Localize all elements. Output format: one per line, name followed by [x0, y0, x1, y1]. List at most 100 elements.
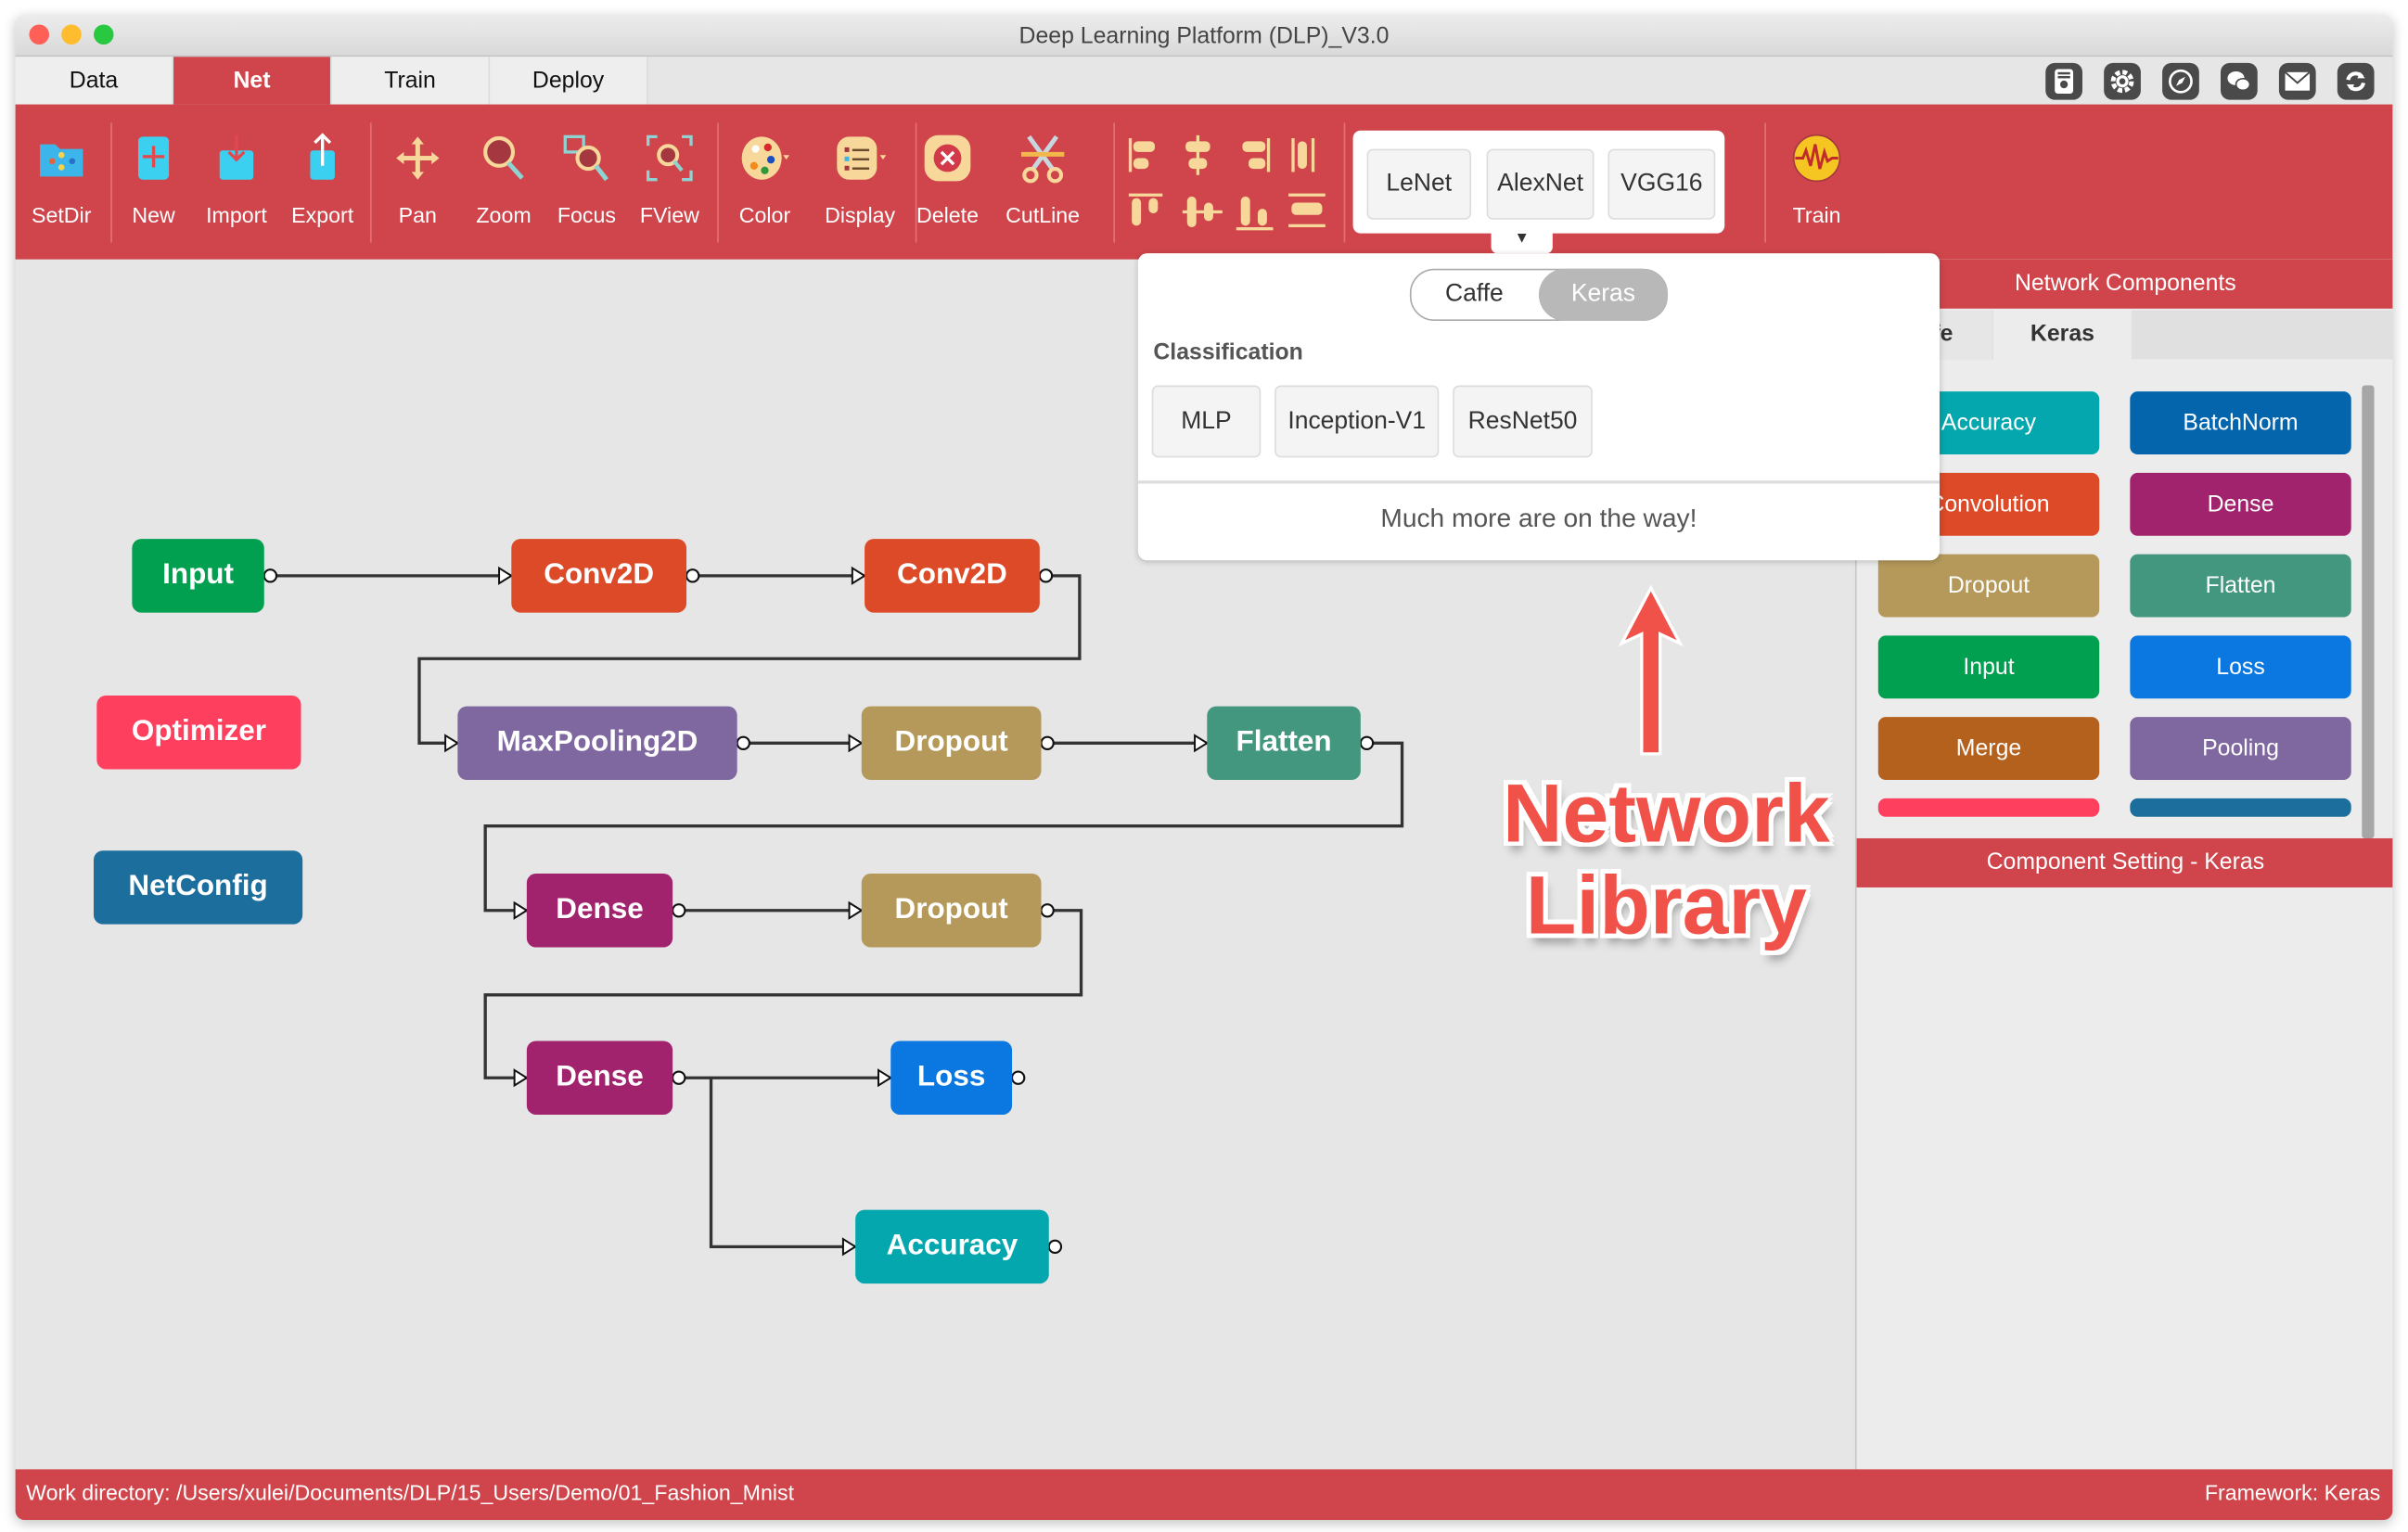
tab-deploy[interactable]: Deploy — [490, 57, 648, 105]
segment-caffe[interactable]: Caffe — [1411, 270, 1537, 319]
node-accuracy[interactable]: Accuracy — [855, 1209, 1049, 1284]
component-dense[interactable]: Dense — [2130, 472, 2351, 536]
output-port-circle[interactable] — [263, 568, 278, 583]
output-port-circle[interactable] — [1040, 735, 1055, 751]
output-port-circle[interactable] — [685, 568, 700, 583]
component-partial[interactable] — [2130, 798, 2351, 817]
delete-button[interactable]: Delete — [912, 105, 982, 260]
node-loss[interactable]: Loss — [890, 1040, 1013, 1115]
output-port-circle[interactable] — [1047, 1239, 1063, 1255]
component-flatten[interactable]: Flatten — [2130, 554, 2351, 618]
node-dense[interactable]: Dense — [526, 1040, 673, 1115]
model-resnet50-button[interactable]: ResNet50 — [1453, 385, 1593, 458]
output-port-circle[interactable] — [736, 735, 751, 751]
export-label: Export — [291, 202, 354, 228]
wechat-icon[interactable] — [2220, 62, 2258, 100]
align-center-h-icon[interactable] — [1185, 134, 1210, 175]
annotation-arrow-icon — [1618, 584, 1684, 756]
align-middle-v-icon[interactable] — [1182, 196, 1223, 228]
focus-button[interactable]: Focus — [546, 105, 626, 260]
focus-icon — [563, 134, 608, 182]
output-port-circle[interactable] — [672, 903, 686, 918]
input-port-arrow-icon — [848, 900, 864, 920]
delete-label: Delete — [916, 202, 980, 228]
fview-button[interactable]: FView — [630, 105, 710, 260]
output-port-circle[interactable] — [1040, 903, 1055, 918]
new-label: New — [132, 202, 175, 228]
component-partial[interactable] — [1877, 798, 2100, 817]
output-port-circle[interactable] — [1038, 568, 1054, 583]
tab-data[interactable]: Data — [15, 57, 174, 105]
framework-segmented-control: Caffe Keras — [1409, 268, 1668, 322]
network-library-expand-button[interactable]: ▼ — [1491, 228, 1553, 254]
alexnet-button[interactable]: AlexNet — [1486, 148, 1595, 220]
pan-button[interactable]: Pan — [384, 105, 452, 260]
scissors-icon — [1020, 134, 1065, 184]
mail-icon[interactable] — [2278, 62, 2316, 100]
setdir-label: SetDir — [32, 202, 92, 228]
node-dense[interactable]: Dense — [526, 874, 673, 948]
train-button[interactable]: Train — [1774, 105, 1860, 260]
connection-line[interactable] — [709, 1078, 856, 1249]
new-button[interactable]: New — [120, 105, 187, 260]
display-button[interactable]: Display — [811, 105, 909, 260]
settings-gear-icon[interactable] — [2104, 62, 2141, 100]
output-port-circle[interactable] — [672, 1070, 686, 1085]
component-dropout[interactable]: Dropout — [1877, 554, 2100, 618]
component-merge[interactable]: Merge — [1877, 717, 2100, 781]
toolbar-separator — [369, 122, 372, 243]
compass-icon[interactable] — [2162, 62, 2199, 100]
vgg16-button[interactable]: VGG16 — [1607, 148, 1716, 220]
network-library-popup: Caffe Keras Classification MLP Inception… — [1137, 253, 1940, 561]
zoom-button[interactable]: Zoom — [464, 105, 544, 260]
node-dropout[interactable]: Dropout — [861, 874, 1042, 948]
title-bar: Deep Learning Platform (DLP)_V3.0 — [15, 15, 2393, 57]
node-maxpooling2d[interactable]: MaxPooling2D — [457, 706, 737, 781]
node-netconfig[interactable]: NetConfig — [93, 850, 303, 925]
component-input[interactable]: Input — [1877, 635, 2100, 699]
model-inception-v1-button[interactable]: Inception-V1 — [1274, 385, 1440, 458]
input-port-arrow-icon — [498, 566, 514, 585]
cutline-button[interactable]: CutLine — [998, 105, 1087, 260]
segment-keras[interactable]: Keras — [1538, 268, 1668, 322]
lenet-button[interactable]: LeNet — [1366, 148, 1472, 220]
node-dropout[interactable]: Dropout — [861, 706, 1042, 781]
component-pooling[interactable]: Pooling — [2130, 717, 2351, 781]
setdir-button[interactable]: SetDir — [19, 105, 105, 260]
import-button[interactable]: Import — [199, 105, 273, 260]
input-port-arrow-icon — [513, 1068, 529, 1088]
framework-status-text: Framework: Keras — [2204, 1479, 2381, 1505]
popup-footer-text: Much more are on the way! — [1380, 504, 1697, 533]
color-button[interactable]: Color — [724, 105, 806, 260]
distribute-v-icon[interactable] — [1288, 193, 1326, 228]
tab-train[interactable]: Train — [331, 57, 491, 105]
node-optimizer[interactable]: Optimizer — [96, 695, 301, 770]
node-flatten[interactable]: Flatten — [1207, 706, 1361, 781]
work-directory-text: Work directory: /Users/xulei/Documents/D… — [26, 1479, 795, 1505]
input-port-arrow-icon — [848, 734, 864, 753]
node-input[interactable]: Input — [132, 539, 264, 613]
refresh-icon[interactable] — [2337, 62, 2375, 100]
display-list-icon — [837, 136, 887, 180]
export-button[interactable]: Export — [286, 105, 359, 260]
output-port-circle[interactable] — [1010, 1070, 1026, 1085]
model-mlp-button[interactable]: MLP — [1151, 385, 1262, 458]
output-port-circle[interactable] — [1359, 735, 1375, 751]
top-icon-group — [2045, 62, 2375, 100]
align-top-icon[interactable] — [1128, 193, 1163, 226]
node-conv2d[interactable]: Conv2D — [511, 539, 687, 613]
tab-net[interactable]: Net — [173, 57, 332, 105]
certificate-icon[interactable] — [2045, 62, 2082, 100]
classification-heading: Classification — [1153, 338, 1303, 366]
tab-keras[interactable]: Keras — [1992, 310, 2132, 360]
component-loss[interactable]: Loss — [2130, 635, 2351, 699]
components-scrollbar[interactable] — [2362, 385, 2375, 838]
align-bottom-icon[interactable] — [1236, 196, 1274, 231]
component-batchnorm[interactable]: BatchNorm — [2130, 391, 2351, 455]
node-conv2d[interactable]: Conv2D — [865, 539, 1040, 613]
toolbar-separator — [1113, 122, 1115, 243]
distribute-h-icon[interactable] — [1291, 138, 1315, 172]
align-right-icon[interactable] — [1242, 138, 1271, 172]
annotation-text-library: Library — [1525, 860, 1807, 952]
align-left-icon[interactable] — [1128, 138, 1156, 172]
